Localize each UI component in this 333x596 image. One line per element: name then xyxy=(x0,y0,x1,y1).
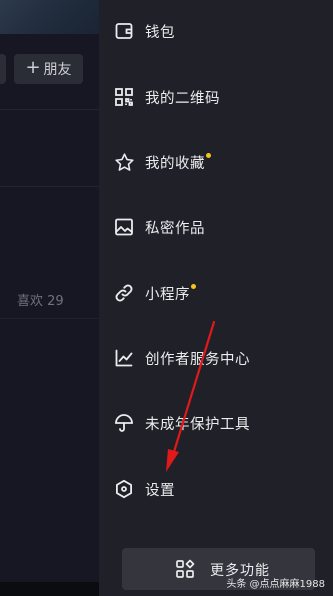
side-drawer: 钱包 我的二维码 我的收藏 私密作品 小程序 创作者服务中心 未成年保护工具 设… xyxy=(99,0,333,596)
menu-item-label: 未成年保护工具 xyxy=(145,416,250,433)
star-icon xyxy=(113,151,135,173)
profile-edit-button-fragment[interactable] xyxy=(0,54,6,84)
menu-item-label: 小程序 xyxy=(145,283,196,304)
umbrella-icon xyxy=(113,412,135,434)
menu-item-favorites[interactable]: 我的收藏 xyxy=(99,140,333,184)
divider xyxy=(0,318,100,319)
apps-icon xyxy=(175,559,195,579)
qr-code-icon xyxy=(113,86,135,108)
notification-dot xyxy=(191,283,196,289)
tab-likes[interactable]: 喜欢 29 xyxy=(17,290,64,309)
menu-item-label: 私密作品 xyxy=(145,220,205,237)
chart-icon xyxy=(113,347,135,369)
add-friend-label: 朋友 xyxy=(43,62,72,78)
menu-item-private-works[interactable]: 私密作品 xyxy=(99,205,333,249)
menu-item-text: 我的收藏 xyxy=(145,155,205,172)
watermark-handle: @点点麻麻1988 xyxy=(249,579,325,590)
menu-item-settings[interactable]: 设置 xyxy=(99,467,333,511)
divider xyxy=(0,186,100,187)
menu-item-label: 钱包 xyxy=(145,24,175,41)
add-friend-button[interactable]: + 朋友 xyxy=(14,54,83,84)
notification-dot xyxy=(206,152,211,158)
menu-item-label: 设置 xyxy=(145,482,175,499)
menu-item-minor-protection[interactable]: 未成年保护工具 xyxy=(99,401,333,445)
plus-icon: + xyxy=(25,57,41,78)
profile-background: + 朋友 喜欢 29 xyxy=(0,0,100,596)
menu-item-mini-programs[interactable]: 小程序 xyxy=(99,271,333,315)
settings-icon xyxy=(113,478,135,500)
watermark-prefix: 头条 xyxy=(226,579,247,590)
watermark: 头条 @点点麻麻1988 xyxy=(226,575,325,590)
menu-item-label: 创作者服务中心 xyxy=(145,351,250,368)
divider xyxy=(0,109,100,110)
menu-item-label: 我的二维码 xyxy=(145,90,220,107)
wallet-icon xyxy=(113,20,135,42)
link-icon xyxy=(113,282,135,304)
menu-item-qr-code[interactable]: 我的二维码 xyxy=(99,75,333,119)
profile-cover-image xyxy=(0,0,100,34)
menu-item-creator-center[interactable]: 创作者服务中心 xyxy=(99,336,333,380)
menu-item-label: 我的收藏 xyxy=(145,152,211,173)
menu-item-wallet[interactable]: 钱包 xyxy=(99,9,333,53)
image-icon xyxy=(113,216,135,238)
menu-item-text: 小程序 xyxy=(145,286,190,303)
bottom-strip xyxy=(0,582,100,596)
